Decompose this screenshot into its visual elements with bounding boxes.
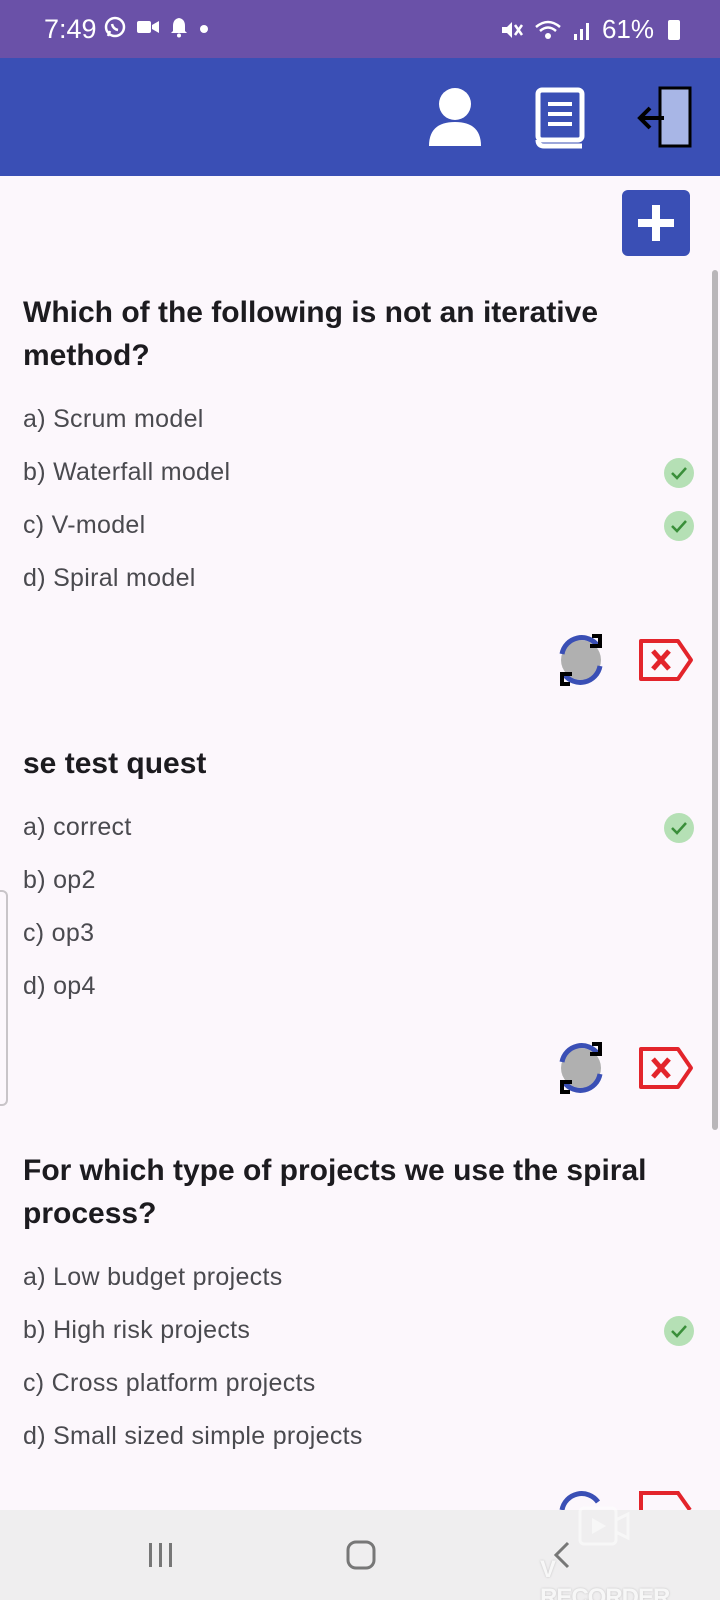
battery-percent: 61% — [601, 14, 654, 44]
wifi-icon — [535, 20, 561, 39]
option-item: a) Low budget projects — [23, 1263, 283, 1291]
refresh-icon[interactable] — [554, 632, 608, 688]
question-card: Which of the following is not an iterati… — [23, 291, 694, 605]
home-icon[interactable] — [346, 1540, 376, 1570]
delete-icon[interactable] — [638, 638, 694, 682]
edge-panel-handle[interactable] — [0, 890, 8, 1106]
correct-check-icon — [664, 458, 694, 488]
mute-icon — [501, 21, 523, 38]
app-bar — [0, 58, 720, 176]
option-item: d) op4 — [23, 972, 96, 1000]
option-item: d) Spiral model — [23, 564, 196, 592]
refresh-icon[interactable] — [554, 1040, 608, 1096]
watermark-text: V RECORDER — [540, 1556, 670, 1600]
option-item: a) Scrum model — [23, 405, 204, 433]
option-item: b) Waterfall model — [23, 446, 694, 499]
watermark: V RECORDER — [540, 1500, 690, 1600]
status-bar: 7:49 61% — [0, 0, 720, 58]
logout-icon[interactable] — [636, 84, 698, 150]
correct-check-icon — [664, 1316, 694, 1346]
profile-icon[interactable] — [424, 84, 486, 150]
option-item: c) op3 — [23, 919, 95, 947]
correct-check-icon — [664, 813, 694, 843]
dot-icon — [200, 25, 208, 33]
add-question-button[interactable] — [622, 190, 690, 256]
bell-icon — [171, 18, 187, 38]
option-item: b) High risk projects — [23, 1304, 694, 1357]
option-item: a) correct — [23, 801, 694, 854]
question-text: se test quest — [23, 747, 207, 780]
status-time: 7:49 — [44, 14, 97, 44]
video-icon — [137, 21, 159, 33]
question-text: For which type of projects we use the sp… — [23, 1154, 647, 1230]
option-item: c) Cross platform projects — [23, 1369, 316, 1397]
question-card: se test quest a) correct b) op2 c) op3 d… — [23, 742, 694, 1013]
option-item: c) V-model — [23, 499, 694, 552]
play-icon — [578, 1506, 630, 1546]
scrollbar[interactable] — [712, 270, 718, 1130]
battery-icon — [668, 19, 680, 40]
delete-icon[interactable] — [638, 1046, 694, 1090]
whatsapp-icon — [104, 16, 126, 38]
plus-icon — [638, 205, 674, 241]
option-item: d) Small sized simple projects — [23, 1422, 363, 1450]
correct-check-icon — [664, 511, 694, 541]
recents-icon[interactable] — [146, 1540, 176, 1570]
signal-icon — [573, 22, 589, 40]
question-card: For which type of projects we use the sp… — [23, 1149, 694, 1463]
book-icon[interactable] — [530, 84, 592, 150]
option-item: b) op2 — [23, 866, 96, 894]
question-text: Which of the following is not an iterati… — [23, 296, 599, 372]
